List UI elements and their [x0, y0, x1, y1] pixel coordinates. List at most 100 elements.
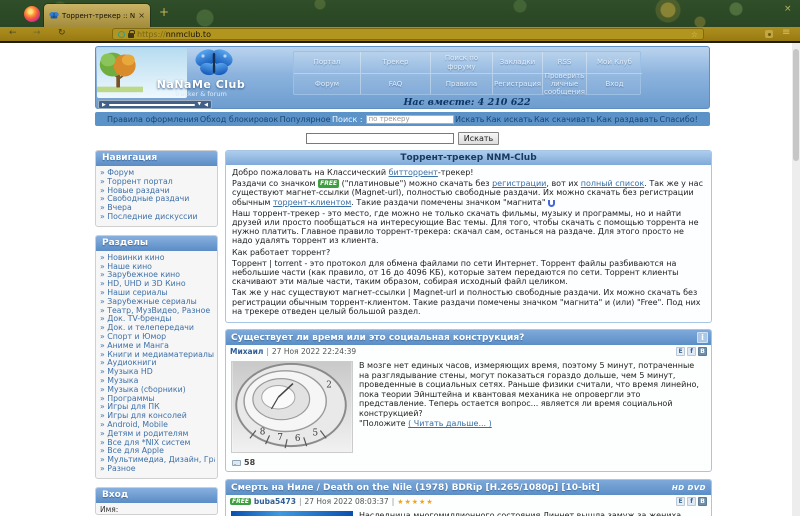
facebook-share-icon[interactable]: f	[687, 497, 696, 507]
bookmark-star-icon[interactable]: ☆	[691, 30, 698, 39]
lock-icon[interactable]	[128, 29, 135, 38]
section-link[interactable]: » Игры для ПК	[100, 403, 215, 412]
section-link[interactable]: » Наши сериалы	[100, 289, 215, 298]
browser-tab[interactable]: Торрент-трекер :: NNM-Club ×	[44, 4, 150, 27]
bittorrent-link[interactable]: битторрент	[389, 168, 438, 177]
new-tab-icon[interactable]: +	[159, 5, 169, 19]
section-link[interactable]: » Наше кино	[100, 263, 215, 272]
comment-bubble-icon[interactable]	[232, 459, 241, 466]
section-link[interactable]: » Док. TV-бренды	[100, 315, 215, 324]
play-icon[interactable]: ▶	[102, 102, 106, 108]
player-dropdown-icon[interactable]: ▼	[198, 102, 201, 107]
menu-login[interactable]: Вход	[586, 73, 642, 94]
section-link[interactable]: » Книги и медиаматериалы	[100, 351, 215, 360]
scrollbar-thumb[interactable]	[793, 49, 799, 161]
lj-share-icon[interactable]: Е	[676, 497, 685, 507]
section-link[interactable]: » Детям и родителям	[100, 430, 215, 439]
facebook-share-icon[interactable]: f	[687, 347, 696, 357]
section-link[interactable]: » Android, Mobile	[100, 421, 215, 430]
torrent-client-link[interactable]: торрент-клиентом	[273, 198, 351, 207]
section-link[interactable]: » Док. и телепередачи	[100, 324, 215, 333]
movie-poster-image[interactable]: PETER USTINOV JANE BIRKIN BETTE DAVIS JO…	[231, 511, 353, 516]
menu-check-pm[interactable]: Проверить личные сообщения	[542, 72, 586, 96]
nav-how-download-link[interactable]: Как скачивать	[534, 115, 595, 124]
article-author-link[interactable]: buba5473	[254, 497, 296, 506]
section-link[interactable]: » Зарубежные сериалы	[100, 298, 215, 307]
section-link[interactable]: » Аудиокниги	[100, 359, 215, 368]
menu-rss[interactable]: RSS	[542, 52, 586, 73]
section-link[interactable]: » Музыка	[100, 377, 215, 386]
section-link[interactable]: » Игры для консолей	[100, 412, 215, 421]
svg-text:6: 6	[295, 434, 301, 444]
menu-register[interactable]: Регистрация	[492, 73, 542, 94]
menu-forum-search[interactable]: Поиск по форуму	[430, 52, 492, 73]
section-link[interactable]: » Аниме и Манга	[100, 342, 215, 351]
page-scrollbar[interactable]	[792, 43, 800, 516]
nav-bypass-link[interactable]: Обход блокировок	[200, 115, 278, 124]
extension-icon[interactable]	[765, 30, 773, 38]
svg-text:7: 7	[277, 433, 283, 443]
section-link[interactable]: » HD, UHD и 3D Кино	[100, 280, 215, 289]
window-close-icon[interactable]: ×	[784, 4, 792, 14]
url-bar[interactable]: https:// nnmclub.to ☆	[112, 28, 704, 40]
menu-my-club[interactable]: Мой Клуб	[586, 52, 642, 73]
article-title[interactable]: Смерть на Ниле / Death on the Nile (1978…	[226, 483, 600, 493]
registration-link[interactable]: регистрации	[492, 179, 546, 188]
sidebar-item-yesterday[interactable]: » Вчера	[100, 204, 215, 213]
nav-rules-link[interactable]: Правила оформления	[107, 115, 199, 124]
reload-icon[interactable]: ↻	[58, 28, 66, 38]
section-link[interactable]: » Зарубежное кино	[100, 271, 215, 280]
section-link[interactable]: » Музыка (сборники)	[100, 386, 215, 395]
menu-tracker[interactable]: Трекер	[360, 52, 430, 73]
firefox-icon[interactable]	[24, 6, 40, 22]
site-header: ▶ ▼ ◀ NaNaMe Club tracker & forum Портал…	[95, 46, 710, 109]
back-icon[interactable]: ←	[9, 28, 17, 38]
lj-share-icon[interactable]: Е	[676, 347, 685, 357]
article-author-link[interactable]: Михаил	[230, 347, 263, 356]
nav-thanks-link[interactable]: Спасибо!	[660, 115, 698, 124]
sidebar-item-new-releases[interactable]: » Новые раздачи	[100, 187, 215, 196]
shield-icon[interactable]	[118, 30, 125, 38]
section-link[interactable]: » Музыка HD	[100, 368, 215, 377]
free-badge: FREE	[230, 498, 251, 506]
section-link[interactable]: » Мультимедиа, Дизайн, Графика	[100, 456, 215, 465]
comment-count[interactable]: 58	[244, 458, 255, 467]
welcome-box: Торрент-трекер NNM-Club Добро пожаловать…	[225, 150, 712, 324]
sidebar-item-forum[interactable]: » Форум	[100, 169, 215, 178]
menu-bookmarks[interactable]: Закладки	[492, 52, 542, 73]
menu-hamburger-icon[interactable]: ≡	[782, 27, 790, 38]
player-track[interactable]	[108, 103, 195, 106]
section-link[interactable]: » Разное	[100, 465, 215, 474]
menu-forum[interactable]: Форум	[294, 73, 360, 94]
nav-popular-link[interactable]: Популярное	[280, 115, 331, 124]
menu-portal[interactable]: Портал	[294, 52, 360, 73]
nav-how-seed-link[interactable]: Как раздавать	[596, 115, 658, 124]
forward-icon[interactable]: →	[33, 28, 41, 38]
tab-close-icon[interactable]: ×	[138, 11, 145, 20]
info-icon[interactable]: i	[697, 332, 708, 344]
section-link[interactable]: » Спорт и Юмор	[100, 333, 215, 342]
section-link[interactable]: » Все для *NIX систем	[100, 439, 215, 448]
menu-faq[interactable]: FAQ	[360, 73, 430, 94]
section-link[interactable]: » Театр, МузВидео, Разное	[100, 307, 215, 316]
nav-how-search-link[interactable]: Как искать	[486, 115, 533, 124]
sidebar-item-torrent-portal[interactable]: » Торрент портал	[100, 178, 215, 187]
audio-player[interactable]: ▶ ▼ ◀	[98, 100, 212, 109]
sidebar-item-free-releases[interactable]: » Свободные раздачи	[100, 195, 215, 204]
comments-row: 58	[226, 456, 711, 471]
tracker-search-input[interactable]	[365, 114, 454, 124]
nav-search-action-link[interactable]: Искать	[455, 115, 485, 124]
section-link[interactable]: » Новинки кино	[100, 254, 215, 263]
full-list-link[interactable]: полный список	[581, 179, 644, 188]
menu-rules[interactable]: Правила	[430, 73, 492, 94]
section-link[interactable]: » Программы	[100, 395, 215, 404]
center-search-button[interactable]: Искать	[457, 131, 500, 145]
sidebar-item-last-discussions[interactable]: » Последние дискуссии	[100, 213, 215, 222]
vk-share-icon[interactable]: В	[698, 347, 707, 357]
center-search-input[interactable]	[305, 132, 454, 144]
volume-icon[interactable]: ◀	[204, 102, 208, 108]
article-title[interactable]: Существует ли время или это социальная к…	[226, 333, 524, 343]
vk-share-icon[interactable]: В	[698, 497, 707, 507]
read-more-link[interactable]: ( Читать дальше... )	[408, 419, 492, 428]
section-link[interactable]: » Все для Apple	[100, 447, 215, 456]
